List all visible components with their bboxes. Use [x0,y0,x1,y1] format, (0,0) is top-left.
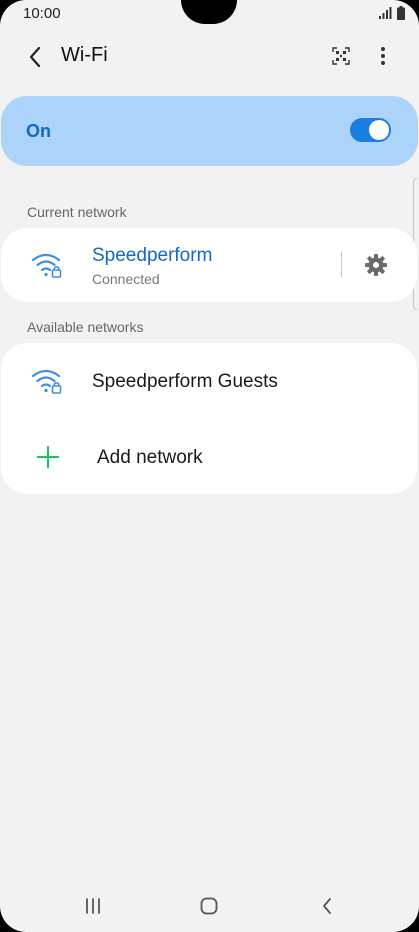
chevron-left-icon [29,46,41,68]
network-settings-button[interactable] [361,250,391,280]
back-icon [323,898,331,914]
plus-icon [37,446,59,468]
qr-code-button[interactable] [325,40,357,72]
recents-button[interactable] [75,892,111,920]
add-network-button[interactable]: Add network [1,419,417,494]
camera-notch [181,0,237,24]
available-networks-card: Speedperform Guests Add network [1,343,417,494]
gear-icon [365,254,387,276]
toggle-label: On [26,121,51,141]
recents-icon [86,898,100,914]
status-bar: 10:00 [0,0,419,28]
wifi-toggle-bar[interactable]: On [1,96,418,166]
nav-back-button[interactable] [309,892,345,920]
home-icon [200,897,218,915]
current-network-card: Speedperform Connected [1,228,417,302]
wifi-lock-icon [31,253,62,278]
qr-code-icon [332,47,350,65]
signal-icon [379,7,392,19]
battery-icon [397,6,405,20]
available-networks-header: Available networks [27,319,144,335]
back-button[interactable] [18,40,52,74]
navigation-bar [0,880,419,932]
wifi-settings-screen: 10:00 Wi-Fi On Current network Speedperf… [0,0,419,932]
network-name: Speedperform Guests [92,371,278,392]
status-time: 10:00 [23,5,61,22]
more-options-button[interactable] [368,40,398,72]
add-network-label: Add network [97,447,203,468]
status-icons [379,6,405,20]
current-network-row[interactable]: Speedperform Connected [1,228,417,302]
list-item[interactable]: Speedperform Guests [1,343,417,419]
row-divider [341,252,342,277]
home-button[interactable] [191,892,227,920]
current-network-header: Current network [27,204,127,220]
current-network-name: Speedperform [92,245,213,266]
wifi-switch[interactable] [350,118,391,142]
current-network-status: Connected [92,271,160,287]
app-header: Wi-Fi [0,28,419,86]
more-vertical-icon [381,47,385,65]
page-title: Wi-Fi [61,44,108,66]
switch-knob [369,120,389,140]
wifi-lock-icon [31,369,62,394]
